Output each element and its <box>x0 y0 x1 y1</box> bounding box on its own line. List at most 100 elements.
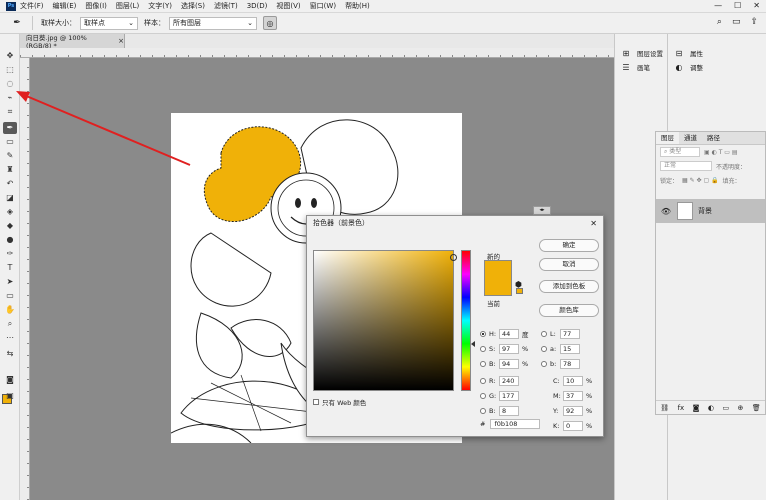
path-select-icon[interactable]: ➤ <box>3 276 17 288</box>
share-icon[interactable]: ⇪ <box>750 17 758 27</box>
trash-icon[interactable]: 🗑 <box>752 404 761 412</box>
hue-slider[interactable] <box>461 250 471 391</box>
tab-layers[interactable]: 图层 <box>656 132 679 144</box>
panel-layer-settings[interactable]: ⊞ 图层设置 <box>615 46 667 60</box>
web-safe-swatch[interactable] <box>516 288 523 294</box>
close-button[interactable]: ✕ <box>753 0 760 12</box>
brush-tool-icon[interactable]: ✎ <box>3 150 17 162</box>
panel-brush[interactable]: ☰ 画笔 <box>615 60 667 74</box>
filter-icons[interactable]: ▣ ◐ T ▭ ▤ <box>704 149 738 156</box>
saturation-radio[interactable] <box>480 345 486 352</box>
b-input[interactable]: 78 <box>560 358 580 369</box>
search-icon[interactable]: ⌕ <box>717 17 722 27</box>
red-radio[interactable] <box>480 377 486 384</box>
menu-file[interactable]: 文件(F) <box>20 1 44 11</box>
lightness-input[interactable]: 77 <box>560 328 580 339</box>
panel-properties[interactable]: ⊟ 属性 <box>668 46 766 60</box>
color-libraries-button[interactable]: 颜色库 <box>539 304 599 317</box>
menu-view[interactable]: 视图(V) <box>276 1 300 11</box>
dodge-tool-icon[interactable]: ● <box>3 234 17 246</box>
hand-tool-icon[interactable]: ✋ <box>3 304 17 316</box>
cancel-button[interactable]: 取消 <box>539 258 599 271</box>
hex-input[interactable]: f0b108 <box>490 419 541 429</box>
healing-tool-icon[interactable]: ▭ <box>3 136 17 148</box>
red-input[interactable]: 240 <box>499 375 519 386</box>
zoom-tool-icon[interactable]: ⌕ <box>3 318 17 330</box>
minimize-button[interactable]: — <box>714 0 722 12</box>
green-radio[interactable] <box>480 392 486 399</box>
folder-icon[interactable]: ▭ <box>722 404 729 412</box>
screen-mode-icon[interactable]: ▣ <box>3 390 17 402</box>
menu-type[interactable]: 文字(Y) <box>148 1 172 11</box>
quick-mask-icon[interactable]: ◙ <box>3 374 17 386</box>
menu-help[interactable]: 帮助(H) <box>345 1 370 11</box>
blend-mode-select[interactable]: 正常 <box>660 161 712 171</box>
magenta-input[interactable]: 37 <box>563 390 583 401</box>
mask-icon[interactable]: ◙ <box>693 404 700 412</box>
web-colors-checkbox[interactable] <box>313 399 319 405</box>
sample-select[interactable]: 所有图层 ⌄ <box>169 16 257 30</box>
add-to-swatches-button[interactable]: 添加到色板 <box>539 280 599 293</box>
hue-input[interactable]: 44 <box>499 328 519 339</box>
swap-colors-icon[interactable]: ⇆ <box>3 348 17 360</box>
menu-filter[interactable]: 滤镜(T) <box>214 1 238 11</box>
sample-ring-button[interactable]: ◎ <box>263 16 277 30</box>
stamp-tool-icon[interactable]: ♜ <box>3 164 17 176</box>
tab-channels[interactable]: 通道 <box>679 132 702 144</box>
yellow-input[interactable]: 92 <box>563 405 583 416</box>
blue-radio[interactable] <box>480 407 486 414</box>
web-colors-only-option[interactable]: 只有 Web 颜色 <box>313 397 366 407</box>
adjustment-icon[interactable]: ◐ <box>708 404 714 412</box>
shape-tool-icon[interactable]: ▭ <box>3 290 17 302</box>
brightness-input[interactable]: 94 <box>499 358 519 369</box>
crop-tool-icon[interactable]: ⌗ <box>3 106 17 118</box>
tab-paths[interactable]: 路径 <box>702 132 725 144</box>
hue-slider-handle[interactable] <box>471 341 475 347</box>
black-input[interactable]: 0 <box>563 420 583 431</box>
collapse-panel-icon[interactable]: ◂▸ <box>533 206 551 215</box>
layer-row-background[interactable]: 👁 背景 <box>656 199 765 223</box>
menu-select[interactable]: 选择(S) <box>181 1 205 11</box>
menu-layer[interactable]: 图层(L) <box>116 1 139 11</box>
quick-select-tool-icon[interactable]: ⌁ <box>3 92 17 104</box>
more-tools-icon[interactable]: ⋯ <box>3 332 17 344</box>
panel-adjustments[interactable]: ◐ 调整 <box>668 60 766 74</box>
eye-icon[interactable]: 👁 <box>660 207 672 216</box>
new-layer-icon[interactable]: ⊕ <box>738 404 744 412</box>
menu-window[interactable]: 窗口(W) <box>310 1 336 11</box>
hue-radio[interactable] <box>480 330 486 337</box>
cyan-input[interactable]: 10 <box>563 375 583 386</box>
maximize-button[interactable]: ☐ <box>734 0 741 12</box>
a-input[interactable]: 15 <box>560 343 580 354</box>
color-marker[interactable] <box>450 254 457 261</box>
history-brush-icon[interactable]: ↶ <box>3 178 17 190</box>
eyedropper-tool-icon[interactable]: ✒ <box>3 122 17 134</box>
a-radio[interactable] <box>541 345 547 352</box>
type-tool-icon[interactable]: T <box>3 262 17 274</box>
bucket-tool-icon[interactable]: ◈ <box>3 206 17 218</box>
workspace-icon[interactable]: ▭ <box>732 17 741 27</box>
saturation-input[interactable]: 97 <box>499 343 519 354</box>
eraser-tool-icon[interactable]: ◪ <box>3 192 17 204</box>
eyedropper-icon[interactable]: ✒ <box>10 17 24 29</box>
brightness-radio[interactable] <box>480 360 486 367</box>
menu-image[interactable]: 图像(I) <box>85 1 107 11</box>
green-input[interactable]: 177 <box>499 390 519 401</box>
menu-edit[interactable]: 编辑(E) <box>53 1 77 11</box>
document-tab[interactable]: 向日葵.jpg @ 100%(RGB/8) * × <box>20 34 125 50</box>
marquee-tool-icon[interactable]: ⬚ <box>3 64 17 76</box>
fx-icon[interactable]: fx <box>678 404 685 412</box>
sample-size-select[interactable]: 取样点 ⌄ <box>80 16 138 30</box>
menu-3d[interactable]: 3D(D) <box>247 2 268 10</box>
blur-tool-icon[interactable]: ◆ <box>3 220 17 232</box>
ok-button[interactable]: 确定 <box>539 239 599 252</box>
pen-tool-icon[interactable]: ✑ <box>3 248 17 260</box>
b-radio[interactable] <box>541 360 547 367</box>
blue-input[interactable]: 8 <box>499 405 519 416</box>
lightness-radio[interactable] <box>541 330 547 337</box>
move-tool-icon[interactable]: ✥ <box>3 50 17 62</box>
close-icon[interactable]: × <box>118 37 124 45</box>
kind-filter-select[interactable]: ⌕ 类型 <box>660 147 700 157</box>
close-icon[interactable]: ✕ <box>590 219 597 228</box>
link-icon[interactable]: ⛓ <box>660 404 669 412</box>
